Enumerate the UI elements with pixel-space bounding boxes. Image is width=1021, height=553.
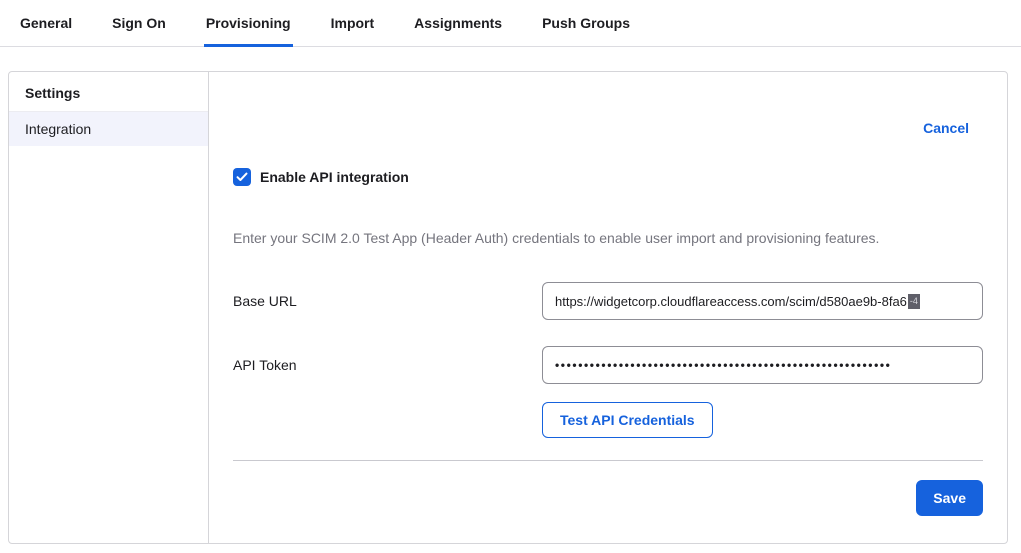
tab-sign-on[interactable]: Sign On — [110, 1, 168, 47]
tab-assignments[interactable]: Assignments — [412, 1, 504, 47]
sidebar-item-integration[interactable]: Integration — [9, 112, 208, 146]
base-url-value: https://widgetcorp.cloudflareaccess.com/… — [555, 294, 907, 309]
base-url-row: Base URL https://widgetcorp.cloudflareac… — [233, 282, 983, 320]
sidebar-header-settings: Settings — [9, 72, 208, 112]
api-token-row: API Token ••••••••••••••••••••••••••••••… — [233, 346, 983, 384]
api-token-label: API Token — [233, 357, 542, 373]
checkmark-icon — [236, 172, 248, 182]
enable-api-integration-label: Enable API integration — [260, 169, 409, 185]
base-url-input[interactable]: https://widgetcorp.cloudflareaccess.com/… — [542, 282, 983, 320]
cancel-row: Cancel — [233, 120, 983, 138]
cancel-link[interactable]: Cancel — [923, 120, 969, 136]
enable-api-integration-row: Enable API integration — [233, 168, 983, 186]
tab-provisioning[interactable]: Provisioning — [204, 1, 293, 47]
api-token-input[interactable]: ••••••••••••••••••••••••••••••••••••••••… — [542, 346, 983, 384]
tab-push-groups[interactable]: Push Groups — [540, 1, 632, 47]
api-token-masked-value: ••••••••••••••••••••••••••••••••••••••••… — [555, 358, 891, 372]
provisioning-panel: Settings Integration Cancel Enable API i… — [8, 71, 1008, 544]
tab-import[interactable]: Import — [329, 1, 377, 47]
test-api-credentials-button[interactable]: Test API Credentials — [542, 402, 713, 438]
credentials-description: Enter your SCIM 2.0 Test App (Header Aut… — [233, 230, 983, 246]
base-url-text-selection: -4 — [908, 294, 920, 309]
enable-api-integration-checkbox[interactable] — [233, 168, 251, 186]
save-button[interactable]: Save — [916, 480, 983, 516]
integration-settings-form: Cancel Enable API integration Enter your… — [209, 72, 1007, 543]
test-credentials-row: Test API Credentials — [233, 402, 983, 438]
base-url-label: Base URL — [233, 293, 542, 309]
tab-general[interactable]: General — [18, 1, 74, 47]
settings-sidebar: Settings Integration — [9, 72, 209, 543]
form-divider — [233, 460, 983, 461]
app-tabbar: General Sign On Provisioning Import Assi… — [0, 0, 1021, 47]
save-row: Save — [233, 480, 983, 516]
